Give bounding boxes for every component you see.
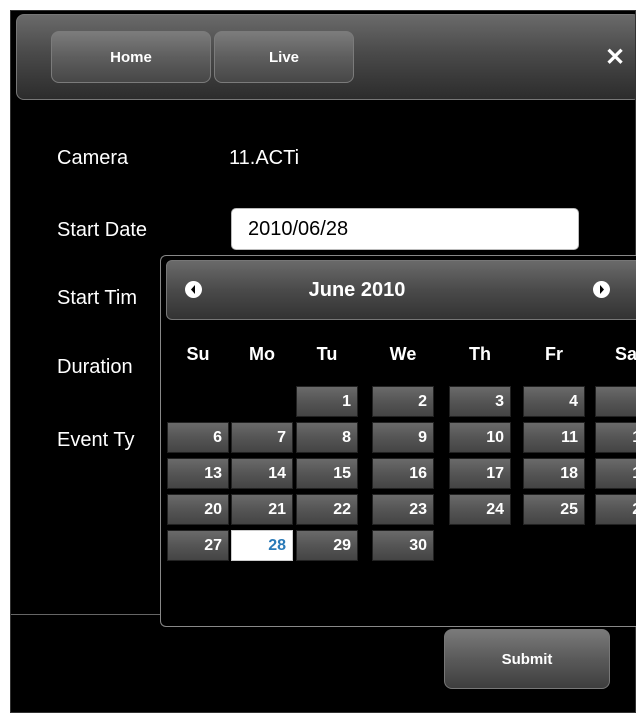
calendar-month-title: June 2010 (308, 279, 406, 301)
calendar-day[interactable]: 16 (372, 458, 434, 489)
calendar-day[interactable]: 17 (449, 458, 511, 489)
calendar-day[interactable]: 20 (167, 494, 229, 525)
weekday-header-sa: Sa (614, 344, 636, 364)
calendar-day[interactable]: 30 (372, 530, 434, 561)
event-type-label: Event Ty (57, 429, 135, 451)
calendar-day[interactable]: 7 (231, 422, 293, 453)
next-month-icon[interactable] (593, 281, 610, 298)
calendar-header: June 2010 (166, 260, 636, 320)
calendar-day[interactable]: 5 (595, 386, 636, 417)
start-date-label: Start Date (57, 219, 148, 241)
camera-label: Camera (57, 147, 129, 169)
weekday-header-we: We (389, 344, 417, 364)
calendar-day[interactable]: 23 (372, 494, 434, 525)
calendar-day[interactable]: 8 (296, 422, 358, 453)
calendar-day[interactable]: 27 (167, 530, 229, 561)
home-button[interactable]: Home (51, 31, 211, 83)
calendar-day[interactable]: 9 (372, 422, 434, 453)
start-time-label: Start Tim (57, 287, 138, 309)
weekday-header-th: Th (469, 344, 491, 364)
live-button[interactable]: Live (214, 31, 354, 83)
calendar-day[interactable]: 13 (167, 458, 229, 489)
calendar-day[interactable]: 19 (595, 458, 636, 489)
close-icon[interactable]: ✕ (603, 46, 627, 70)
calendar-day[interactable]: 14 (231, 458, 293, 489)
calendar-day[interactable]: 4 (523, 386, 585, 417)
calendar-day[interactable]: 22 (296, 494, 358, 525)
calendar-day[interactable]: 1 (296, 386, 358, 417)
calendar-day[interactable]: 24 (449, 494, 511, 525)
submit-button[interactable]: Submit (444, 629, 610, 689)
calendar-day[interactable]: 2 (372, 386, 434, 417)
weekday-header-tu: Tu (316, 344, 338, 364)
duration-label: Duration (57, 356, 133, 378)
calendar-day[interactable]: 25 (523, 494, 585, 525)
calendar-day[interactable]: 11 (523, 422, 585, 453)
calendar-day[interactable]: 18 (523, 458, 585, 489)
weekday-header-su: Su (186, 344, 210, 364)
calendar-day[interactable]: 29 (296, 530, 358, 561)
weekday-header-fr: Fr (545, 344, 563, 364)
weekday-header-mo: Mo (249, 344, 275, 364)
calendar-day[interactable]: 21 (231, 494, 293, 525)
start-date-input[interactable]: 2010/06/28 (231, 208, 579, 250)
camera-value: 11.ACTi (229, 147, 300, 169)
calendar-day-selected[interactable]: 28 (231, 530, 293, 561)
calendar-day[interactable]: 10 (449, 422, 511, 453)
calendar-day[interactable]: 3 (449, 386, 511, 417)
date-picker-popup: June 2010 SuMoTuWeThFrSa1234567891011121… (160, 255, 636, 627)
calendar-day[interactable]: 15 (296, 458, 358, 489)
calendar-day[interactable]: 26 (595, 494, 636, 525)
top-header-bar: Home Live ✕ (16, 14, 635, 100)
calendar-day[interactable]: 6 (167, 422, 229, 453)
calendar-day[interactable]: 12 (595, 422, 636, 453)
